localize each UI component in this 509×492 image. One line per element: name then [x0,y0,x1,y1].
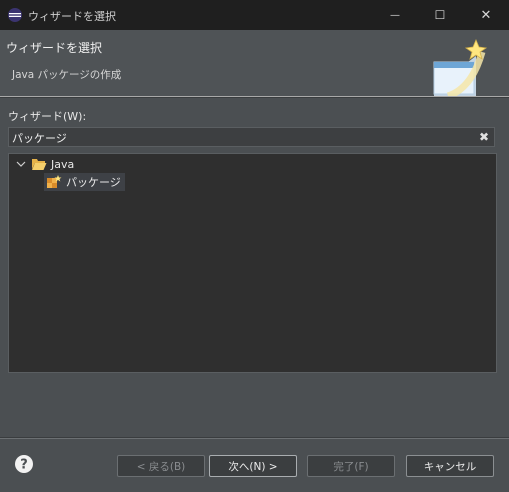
filter-input[interactable] [9,128,475,148]
tree-node-label: Java [51,157,75,171]
minimize-button[interactable]: — [372,0,418,30]
maximize-button[interactable]: ☐ [417,0,463,30]
header-divider-shadow [0,97,509,98]
tree-node-java[interactable]: Java [15,155,74,173]
footer-divider-highlight [0,438,509,439]
back-button[interactable]: < 戻る(B) [117,455,205,477]
chevron-down-icon[interactable] [15,158,27,170]
tree-node-label: パッケージ [66,176,121,189]
clear-icon[interactable]: ✖ [477,130,491,144]
close-button[interactable]: ✕ [463,0,509,30]
cancel-button[interactable]: キャンセル [406,455,494,477]
tree-node-package[interactable]: パッケージ [44,173,125,191]
close-icon: ✕ [480,7,492,23]
header-title: ウィザードを選択 [6,41,103,55]
wizard-tree[interactable]: Java パッケージ [8,153,497,373]
header-subtitle: Java パッケージの作成 [12,69,122,81]
minimize-icon: — [390,9,400,21]
package-wizard-icon [47,175,62,188]
new-wizard-icon [433,38,488,96]
wizard-label: ウィザード(W): [8,110,87,123]
title-bar: ウィザードを選択 — ☐ ✕ [0,0,509,30]
eclipse-icon [8,8,22,22]
help-icon[interactable]: ? [14,454,34,474]
wizard-filter[interactable]: ✖ [8,127,495,148]
maximize-icon: ☐ [434,8,446,22]
wizard-header: ウィザードを選択 Java パッケージの作成 [0,30,509,96]
window-title: ウィザードを選択 [28,10,116,23]
svg-text:?: ? [20,458,28,473]
next-button[interactable]: 次へ(N) > [209,455,297,477]
folder-open-icon [32,159,47,170]
finish-button[interactable]: 完了(F) [307,455,395,477]
